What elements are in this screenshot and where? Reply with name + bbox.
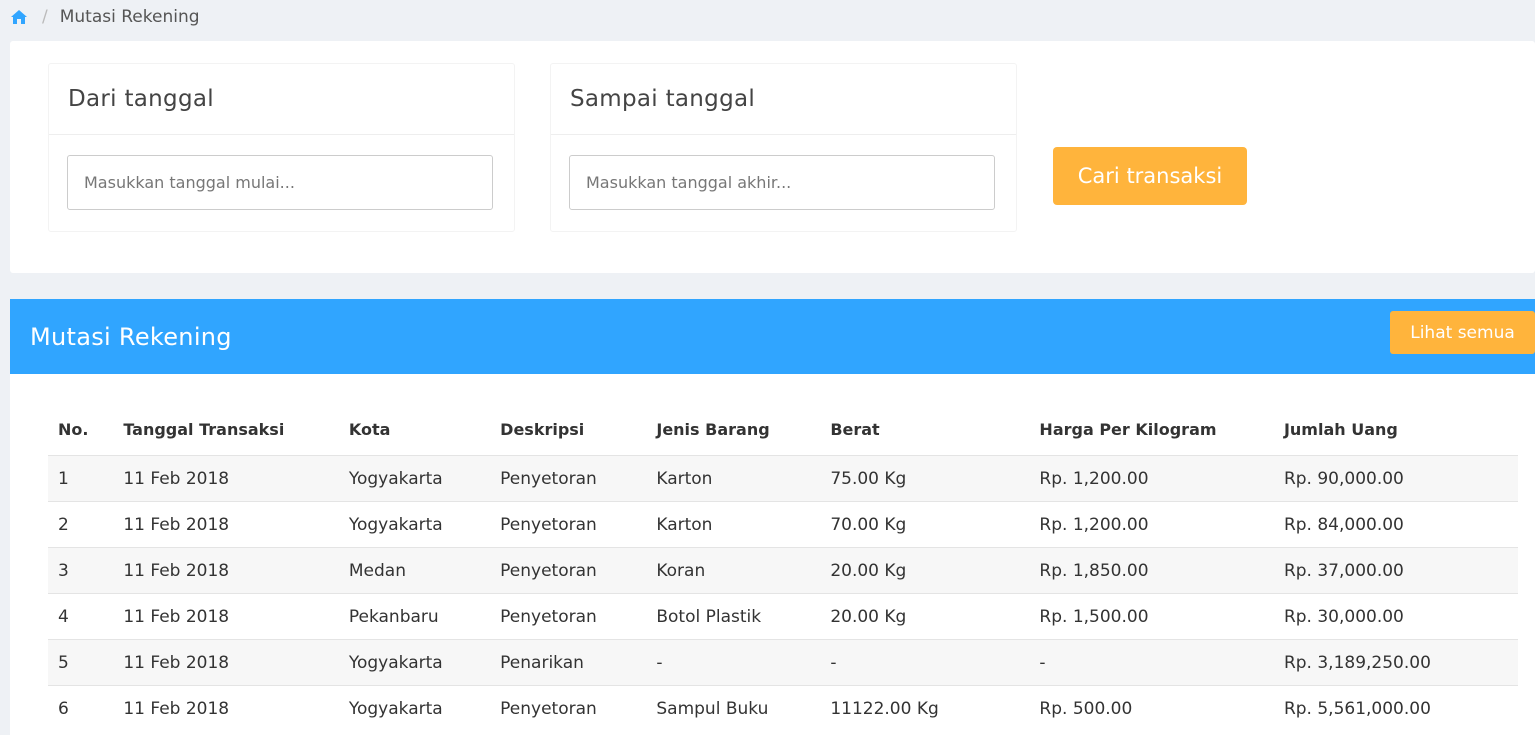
column-header-description: Deskripsi [500, 420, 585, 439]
cell-description: Penyetoran [490, 593, 647, 640]
cell-description: Penyetoran [490, 501, 647, 548]
cell-no: 5 [48, 639, 114, 686]
cell-price-per-kg: Rp. 1,200.00 [1029, 501, 1274, 548]
cell-amount: Rp. 5,561,000.00 [1273, 685, 1518, 731]
from-date-card: Dari tanggal [48, 63, 515, 232]
cell-no: 3 [48, 547, 114, 594]
view-all-button[interactable]: Lihat semua [1390, 311, 1535, 354]
cell-date: 11 Feb 2018 [113, 593, 339, 640]
panel-header: Mutasi Rekening Lihat semua [10, 299, 1535, 374]
cell-city: Pekanbaru [338, 593, 491, 640]
table-row: 3 11 Feb 2018 Medan Penyetoran Koran 20.… [48, 547, 1518, 594]
column-header-amount: Jumlah Uang [1283, 420, 1398, 439]
to-date-input[interactable] [569, 155, 995, 210]
cell-item-type: - [646, 639, 821, 686]
cell-description: Penyetoran [490, 455, 647, 502]
cell-description: Penarikan [490, 639, 647, 686]
from-date-input[interactable] [67, 155, 493, 210]
cell-weight: 75.00 Kg [820, 455, 1030, 502]
column-header-date: Tanggal Transaksi [123, 420, 285, 439]
cell-amount: Rp. 84,000.00 [1273, 501, 1518, 548]
cell-price-per-kg: Rp. 1,500.00 [1029, 593, 1274, 640]
table-row: 6 11 Feb 2018 Yogyakarta Penyetoran Samp… [48, 685, 1518, 731]
cell-weight: - [820, 639, 1030, 686]
table-row: 2 11 Feb 2018 Yogyakarta Penyetoran Kart… [48, 501, 1518, 548]
breadcrumb-separator: / [42, 7, 48, 27]
cell-no: 2 [48, 501, 114, 548]
cell-item-type: Sampul Buku [646, 685, 821, 731]
from-date-title: Dari tanggal [49, 64, 514, 135]
cell-date: 11 Feb 2018 [113, 685, 339, 731]
cell-date: 11 Feb 2018 [113, 639, 339, 686]
cell-item-type: Karton [646, 501, 821, 548]
filter-panel: Dari tanggal Sampai tanggal Cari transak… [10, 41, 1535, 273]
cell-weight: 20.00 Kg [820, 547, 1030, 594]
cell-item-type: Koran [646, 547, 821, 594]
to-date-title: Sampai tanggal [551, 64, 1016, 135]
breadcrumb-current: Mutasi Rekening [59, 7, 200, 27]
table-header-row: No. Tanggal Transaksi Kota Deskripsi Jen… [48, 404, 1518, 456]
cell-description: Penyetoran [490, 547, 647, 594]
column-header-price-per-kg: Harga Per Kilogram [1039, 420, 1217, 439]
table-row: 1 11 Feb 2018 Yogyakarta Penyetoran Kart… [48, 455, 1518, 502]
column-header-city: Kota [348, 420, 391, 439]
panel-title: Mutasi Rekening [30, 322, 232, 351]
cell-city: Yogyakarta [338, 639, 491, 686]
table-row: 4 11 Feb 2018 Pekanbaru Penyetoran Botol… [48, 593, 1518, 640]
cell-amount: Rp. 3,189,250.00 [1273, 639, 1518, 686]
column-header-weight: Berat [830, 420, 880, 439]
cell-date: 11 Feb 2018 [113, 501, 339, 548]
cell-date: 11 Feb 2018 [113, 547, 339, 594]
cell-price-per-kg: - [1029, 639, 1274, 686]
cell-description: Penyetoran [490, 685, 647, 731]
cell-price-per-kg: Rp. 1,850.00 [1029, 547, 1274, 594]
cell-no: 4 [48, 593, 114, 640]
cell-weight: 70.00 Kg [820, 501, 1030, 548]
cell-amount: Rp. 90,000.00 [1273, 455, 1518, 502]
home-icon[interactable] [10, 9, 28, 25]
cell-price-per-kg: Rp. 1,200.00 [1029, 455, 1274, 502]
breadcrumb: / Mutasi Rekening [10, 0, 200, 34]
column-header-item-type: Jenis Barang [656, 420, 770, 439]
cell-item-type: Botol Plastik [646, 593, 821, 640]
cell-weight: 11122.00 Kg [820, 685, 1030, 731]
cell-weight: 20.00 Kg [820, 593, 1030, 640]
column-header-no: No. [58, 420, 89, 439]
cell-amount: Rp. 37,000.00 [1273, 547, 1518, 594]
cell-city: Yogyakarta [338, 501, 491, 548]
cell-item-type: Karton [646, 455, 821, 502]
search-transactions-button[interactable]: Cari transaksi [1053, 147, 1247, 205]
table-row: 5 11 Feb 2018 Yogyakarta Penarikan - - -… [48, 639, 1518, 686]
cell-city: Yogyakarta [338, 685, 491, 731]
cell-no: 1 [48, 455, 114, 502]
cell-city: Medan [338, 547, 491, 594]
to-date-card: Sampai tanggal [550, 63, 1017, 232]
transactions-table: No. Tanggal Transaksi Kota Deskripsi Jen… [48, 404, 1518, 731]
transactions-panel: Mutasi Rekening Lihat semua No. Tanggal … [10, 299, 1535, 735]
cell-no: 6 [48, 685, 114, 731]
cell-amount: Rp. 30,000.00 [1273, 593, 1518, 640]
cell-price-per-kg: Rp. 500.00 [1029, 685, 1274, 731]
cell-date: 11 Feb 2018 [113, 455, 339, 502]
cell-city: Yogyakarta [338, 455, 491, 502]
